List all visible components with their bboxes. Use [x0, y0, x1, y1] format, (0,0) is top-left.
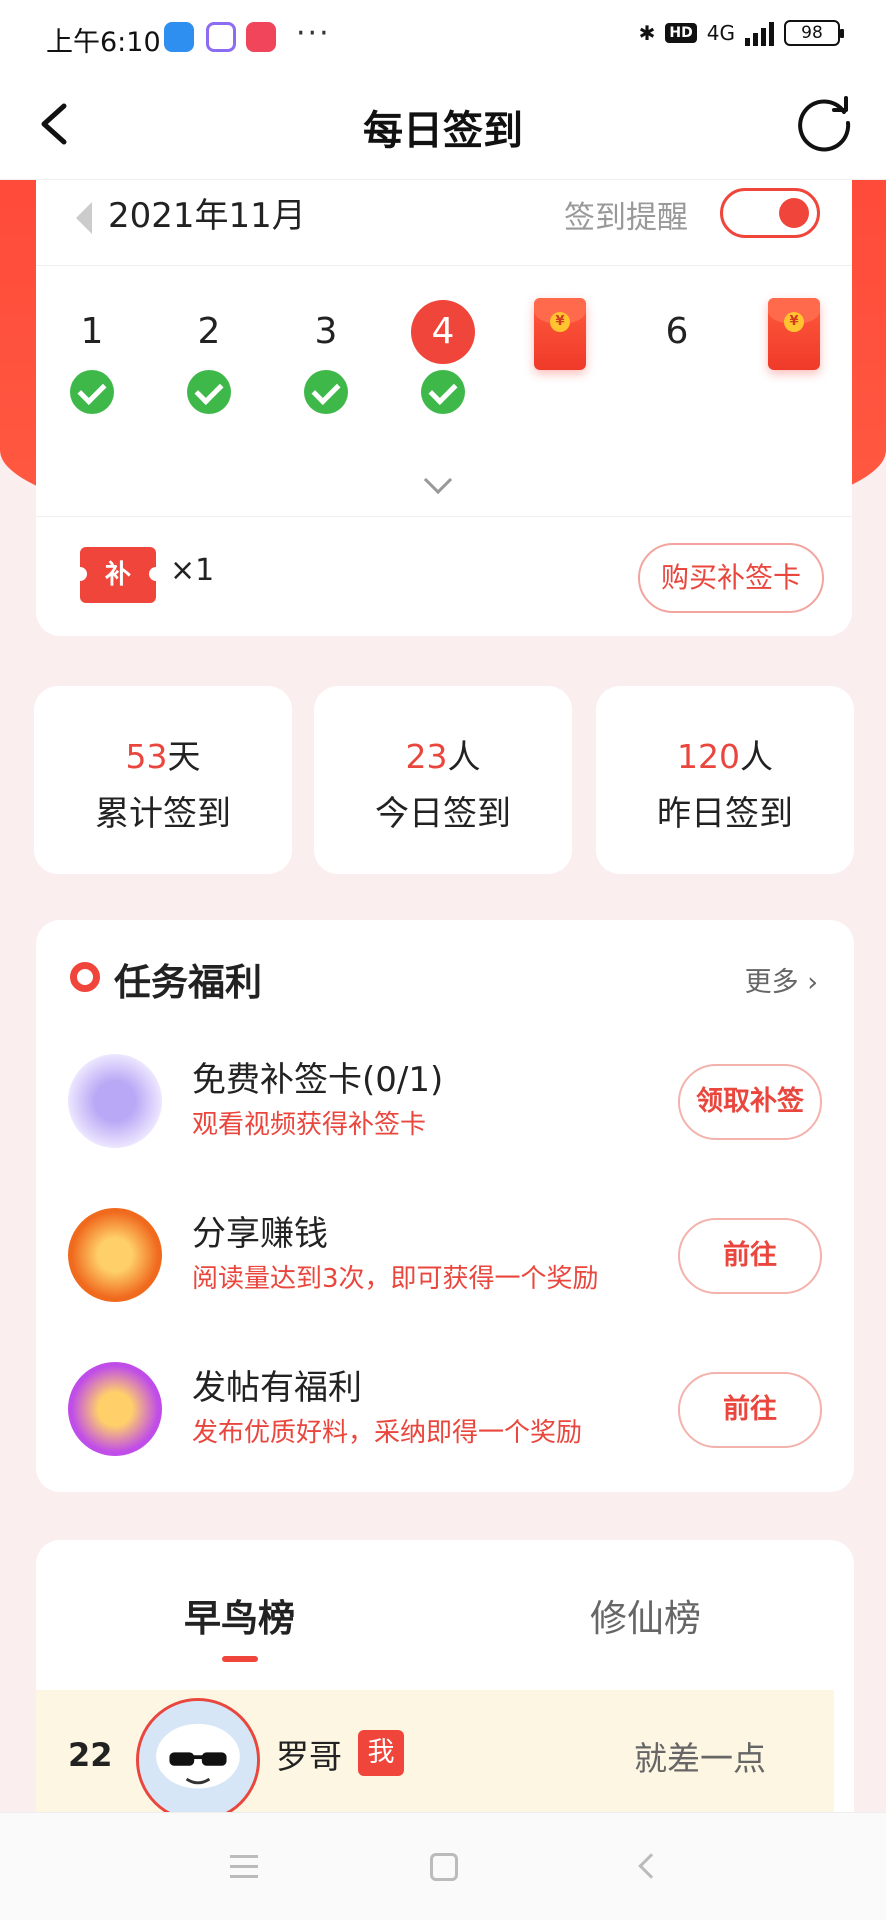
- remind-label: 签到提醒: [564, 200, 688, 236]
- avatar: [136, 1698, 260, 1822]
- battery-icon: 98: [784, 20, 844, 46]
- signal-icon: [745, 20, 774, 46]
- task-desc: 发布优质好料，采纳即得一个奖励: [192, 1418, 583, 1448]
- day-7-reward[interactable]: [754, 298, 834, 370]
- share-money-icon: [68, 1208, 162, 1302]
- toggle-knob: [779, 198, 809, 228]
- tasks-card: 任务福利 更多 › 免费补签卡(0/1) 观看视频获得补签卡 领取补签 分享赚钱…: [36, 920, 854, 1492]
- app-icon: [246, 22, 276, 52]
- makeup-card-row: 补 ×1 购买补签卡: [36, 516, 852, 636]
- system-nav-bar: [0, 1812, 886, 1920]
- stat-today: 23人 今日签到: [314, 686, 572, 874]
- rank-row-me[interactable]: 22 罗哥 我 就差一点: [36, 1690, 834, 1830]
- nav-back-icon[interactable]: [638, 1853, 664, 1879]
- tab-early-bird[interactable]: 早鸟榜: [184, 1588, 295, 1642]
- tasks-title: 任务福利: [114, 961, 262, 1004]
- section-dot-icon: [70, 962, 100, 992]
- day-5-reward[interactable]: [520, 298, 600, 370]
- day-number: 1: [80, 311, 104, 352]
- calendar-top: 2021年11月 签到提醒: [36, 180, 852, 266]
- makeup-ticket-icon: 补: [73, 547, 163, 603]
- more-notifications-icon: ···: [296, 16, 331, 51]
- day-3[interactable]: 3: [286, 300, 366, 414]
- month-label: 2021年11月: [108, 196, 306, 236]
- stat-yesterday: 120人 昨日签到: [596, 686, 854, 874]
- go-button[interactable]: 前往: [678, 1218, 822, 1294]
- more-link[interactable]: 更多 ›: [745, 960, 818, 999]
- day-number: 6: [665, 311, 689, 352]
- rank-name: 罗哥: [276, 1737, 342, 1776]
- me-badge: 我: [358, 1730, 404, 1776]
- tab-cultivation[interactable]: 修仙榜: [590, 1588, 701, 1642]
- red-envelope-icon: [534, 298, 586, 370]
- day-number-today: 4: [411, 300, 475, 364]
- menu-icon[interactable]: [230, 1855, 258, 1879]
- day-4-today[interactable]: 4: [403, 300, 483, 414]
- week-days: 1 2 3 4 6: [36, 298, 852, 430]
- bluetooth-icon: ✱: [638, 21, 656, 45]
- chat-icon: [206, 22, 236, 52]
- checked-icon: [70, 370, 114, 414]
- task-name: 发帖有福利: [192, 1368, 362, 1408]
- task-item: 发帖有福利 发布优质好料，采纳即得一个奖励 前往: [36, 1350, 854, 1460]
- day-number: 2: [197, 311, 221, 352]
- task-item: 分享赚钱 阅读量达到3次，即可获得一个奖励 前往: [36, 1196, 854, 1306]
- claim-makeup-button[interactable]: 领取补签: [678, 1064, 822, 1140]
- stat-value: 23人: [405, 737, 481, 776]
- tab-indicator: [222, 1656, 258, 1662]
- ticket-count: ×1: [170, 553, 215, 588]
- post-reward-icon: [68, 1362, 162, 1456]
- rank-number: 22: [68, 1736, 113, 1774]
- stat-label: 累计签到: [95, 794, 231, 834]
- task-item: 免费补签卡(0/1) 观看视频获得补签卡 领取补签: [36, 1042, 854, 1152]
- checked-icon: [421, 370, 465, 414]
- stat-label: 今日签到: [375, 794, 511, 834]
- day-number: 3: [314, 311, 338, 352]
- home-icon[interactable]: [430, 1853, 458, 1881]
- avatar-image: [139, 1701, 257, 1819]
- stat-label: 昨日签到: [657, 794, 793, 834]
- task-name: 分享赚钱: [192, 1214, 328, 1254]
- task-name: 免费补签卡(0/1): [192, 1060, 444, 1100]
- day-2[interactable]: 2: [169, 300, 249, 414]
- hd-badge: HD: [665, 23, 697, 43]
- remind-toggle[interactable]: [720, 188, 820, 238]
- red-envelope-icon: [768, 298, 820, 370]
- status-right: ✱ HD 4G 98: [638, 20, 844, 46]
- checked-icon: [187, 370, 231, 414]
- checked-icon: [304, 370, 348, 414]
- task-desc: 阅读量达到3次，即可获得一个奖励: [192, 1264, 599, 1294]
- expand-chevron-icon[interactable]: [423, 465, 453, 495]
- buy-makeup-card-button[interactable]: 购买补签卡: [638, 543, 824, 613]
- stat-value: 53天: [125, 737, 201, 776]
- day-6[interactable]: 6: [637, 300, 717, 364]
- page-title: 每日签到: [363, 108, 523, 154]
- rank-status: 就差一点: [634, 1739, 766, 1778]
- task-desc: 观看视频获得补签卡: [192, 1110, 427, 1140]
- prev-month-icon[interactable]: [76, 202, 92, 234]
- day-1[interactable]: 1: [52, 300, 132, 414]
- cloud-icon: [164, 22, 194, 52]
- makeup-card-task-icon: [68, 1054, 162, 1148]
- app-header: 每日签到: [0, 72, 886, 180]
- network-label: 4G: [706, 21, 735, 45]
- calendar-card: 2021年11月 签到提醒 1 2 3 4 6 补: [36, 180, 852, 636]
- stat-total-days: 53天 累计签到: [34, 686, 292, 874]
- refresh-icon[interactable]: [794, 92, 856, 154]
- stat-value: 120人: [677, 737, 773, 776]
- status-bar: 上午6:10 ··· ✱ HD 4G 98: [0, 0, 886, 72]
- status-time: 上午6:10: [46, 27, 161, 58]
- go-button[interactable]: 前往: [678, 1372, 822, 1448]
